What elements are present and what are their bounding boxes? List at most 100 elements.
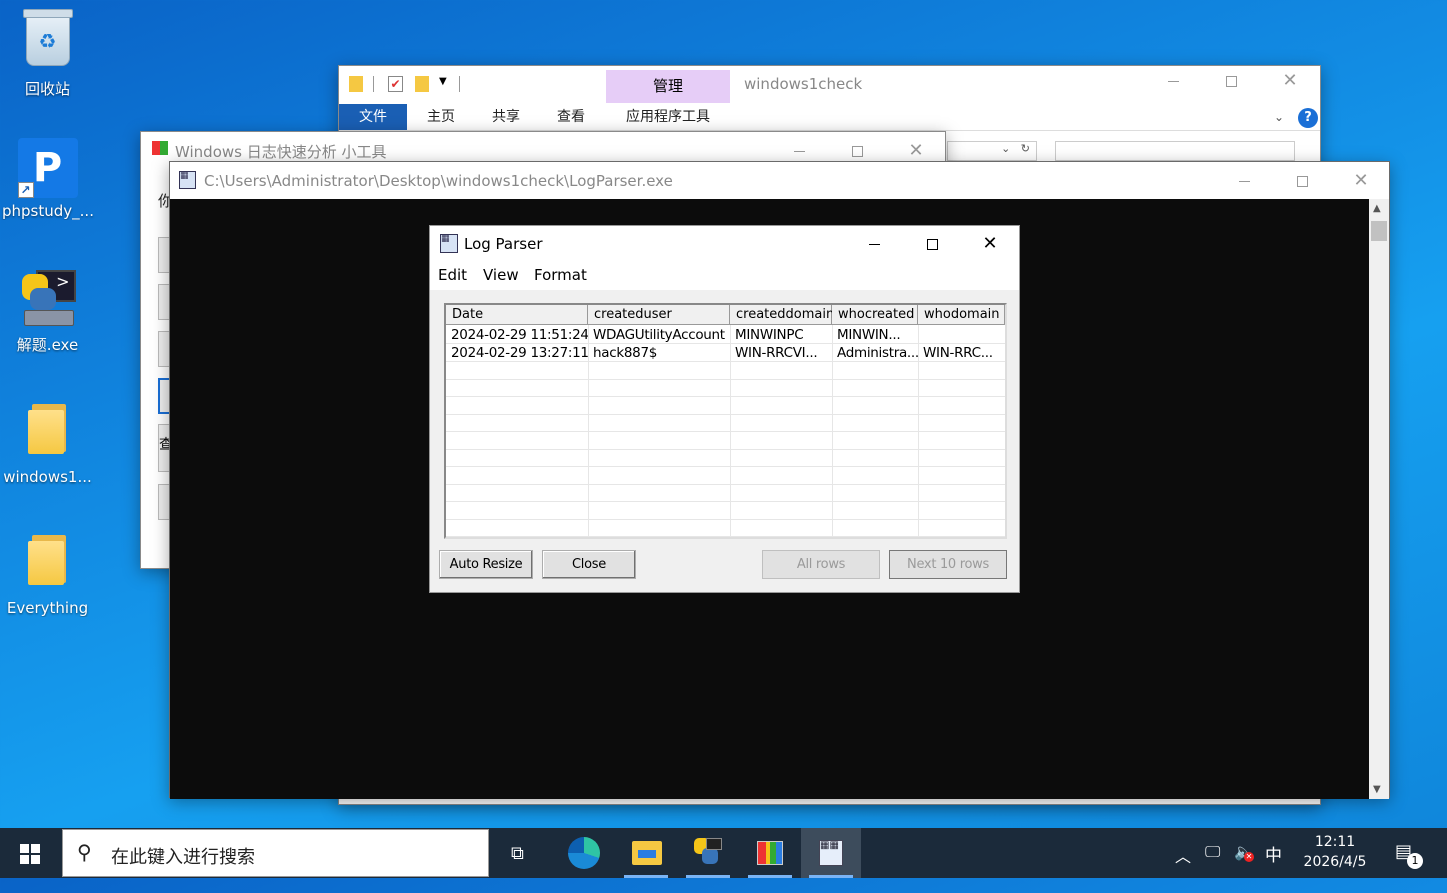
cell-createduser: WDAGUtilityAccount	[593, 327, 725, 343]
python-exe-icon	[694, 838, 722, 868]
logparser-app-icon: ▦	[179, 171, 196, 189]
column-header-createddomain[interactable]: createddomain	[730, 305, 834, 325]
explorer-titlebar: ✔ ▼ 管理 windows1check ✕ 文件 主页 共享 查看 应用程序工…	[339, 66, 1320, 130]
table-row-empty	[446, 379, 1005, 397]
logparser-app-icon: ▦▦	[819, 840, 843, 866]
taskbar-edge[interactable]	[554, 828, 614, 878]
edge-icon	[568, 837, 600, 869]
log-tool-titlebar: Windows 日志快速分析 小工具 ✕	[141, 132, 945, 162]
tab-file[interactable]: 文件	[339, 104, 407, 130]
task-view-icon: ⧉	[511, 843, 524, 864]
table-row[interactable]: 2024-02-29 13:27:11 hack887$ WIN-RRCVI..…	[446, 344, 1005, 362]
scroll-down-icon[interactable]: ▼	[1373, 784, 1381, 795]
console-titlebar: ▦ C:\Users\Administrator\Desktop\windows…	[170, 162, 1389, 199]
app-icon	[152, 141, 168, 155]
close-button[interactable]: ✕	[1332, 166, 1390, 196]
tab-share[interactable]: 共享	[476, 104, 536, 130]
maximize-button[interactable]	[1273, 166, 1331, 196]
help-icon[interactable]: ?	[1298, 108, 1318, 128]
taskbar-log-tool[interactable]	[740, 828, 800, 878]
quick-access-dropdown-icon[interactable]: ▼	[439, 76, 447, 87]
properties-icon[interactable]: ✔	[388, 76, 403, 92]
address-bar-controls[interactable]: ⌄ ↻	[947, 141, 1037, 161]
desktop-icon-everything[interactable]: Everything	[0, 531, 95, 617]
action-center-button[interactable]: ▤ 1	[1395, 841, 1423, 891]
folder-icon	[27, 535, 68, 585]
menu-edit[interactable]: Edit	[438, 266, 467, 284]
explorer-title: windows1check	[744, 75, 863, 93]
table-row-empty	[446, 519, 1005, 537]
desktop-icon-label: 解题.exe	[16, 336, 79, 354]
next-10-rows-button[interactable]: Next 10 rows	[889, 550, 1007, 579]
close-button[interactable]: ✕	[1261, 66, 1319, 96]
maximize-button[interactable]	[903, 229, 961, 259]
clock-time: 12:11	[1314, 834, 1356, 850]
table-row-empty	[446, 502, 1005, 520]
tab-application-tools[interactable]: 应用程序工具	[606, 104, 730, 130]
logparser-app-icon: ▦	[440, 234, 458, 253]
column-header-whodomain[interactable]: whodomain	[918, 305, 1005, 325]
table-row[interactable]: 2024-02-29 11:51:24 WDAGUtilityAccount M…	[446, 326, 1005, 344]
notification-badge: 1	[1407, 853, 1423, 869]
task-view-button[interactable]: ⧉	[491, 828, 551, 878]
column-header-createduser[interactable]: createduser	[588, 305, 730, 325]
show-hidden-icons-chevron[interactable]: ︿	[1175, 843, 1191, 893]
taskbar-file-explorer[interactable]	[616, 828, 676, 878]
minimize-button[interactable]	[1215, 166, 1273, 196]
scroll-thumb[interactable]	[1371, 221, 1387, 241]
auto-resize-button[interactable]: Auto Resize	[439, 550, 533, 579]
menu-view[interactable]: View	[483, 266, 519, 284]
cell-whocreated: Administra...	[837, 345, 918, 361]
console-title: C:\Users\Administrator\Desktop\windows1c…	[204, 172, 673, 190]
desktop-icon-windows1check[interactable]: windows1...	[0, 400, 95, 486]
shortcut-arrow-icon: ↗	[17, 182, 34, 198]
close-dialog-button[interactable]: Close	[542, 550, 636, 579]
taskbar-python-exe[interactable]	[678, 828, 738, 878]
table-row-empty	[446, 432, 1005, 450]
ribbon-expand-chevron-icon[interactable]: ⌄	[1274, 110, 1284, 124]
cell-whocreated: MINWIN...	[837, 327, 901, 343]
log-tool-icon	[757, 841, 783, 865]
close-button[interactable]: ✕	[961, 229, 1019, 259]
table-row-empty	[446, 362, 1005, 380]
results-grid[interactable]: Date createduser createddomain whocreate…	[444, 303, 1007, 539]
column-header-date[interactable]: Date	[446, 305, 588, 325]
cell-createduser: hack887$	[593, 345, 658, 361]
minimize-button[interactable]	[845, 229, 903, 259]
cell-createddomain: WIN-RRCVI...	[735, 345, 818, 361]
new-folder-icon[interactable]	[415, 76, 429, 92]
console-scrollbar[interactable]: ▲ ▼	[1369, 199, 1389, 799]
network-icon[interactable]: 🖵	[1205, 842, 1220, 892]
taskbar: ⚲ 在此键入进行搜索 ⧉ ▦▦ ︿ 🖵 🔈 ✕ 中 12:11 2026/4/5 …	[0, 828, 1447, 878]
recycle-bin-icon: ♻	[22, 9, 73, 66]
desktop-icon-jieti-exe[interactable]: > 解题.exe	[0, 268, 95, 355]
search-icon: ⚲	[77, 840, 92, 864]
table-row-empty	[446, 397, 1005, 415]
table-row-empty	[446, 414, 1005, 432]
taskbar-search-box[interactable]: ⚲ 在此键入进行搜索	[62, 829, 489, 877]
cell-whodomain	[918, 326, 1005, 344]
folder-icon	[349, 76, 363, 92]
taskbar-logparser[interactable]: ▦▦	[801, 828, 861, 878]
logparser-title: Log Parser	[464, 235, 543, 253]
start-button[interactable]	[0, 828, 60, 878]
minimize-button[interactable]	[1144, 66, 1202, 96]
all-rows-button[interactable]: All rows	[762, 550, 880, 579]
cell-date: 2024-02-29 11:51:24	[451, 327, 588, 343]
search-box[interactable]	[1055, 141, 1295, 161]
volume-muted-icon[interactable]: 🔈 ✕	[1234, 842, 1254, 892]
clock[interactable]: 12:11 2026/4/5	[1302, 832, 1368, 882]
logparser-titlebar: ▦ Log Parser ✕	[430, 226, 1019, 262]
desktop-icon-recycle-bin[interactable]: ♻ 回收站	[0, 8, 95, 99]
menu-format[interactable]: Format	[534, 266, 587, 284]
folder-icon	[27, 404, 68, 454]
table-row-empty	[446, 484, 1005, 502]
tab-view[interactable]: 查看	[541, 104, 601, 130]
menubar: Edit View Format	[430, 262, 1019, 290]
maximize-button[interactable]	[1202, 66, 1260, 96]
desktop-icon-phpstudy[interactable]: P ↗ phpstudy_...	[0, 138, 95, 220]
tab-home[interactable]: 主页	[411, 104, 471, 130]
column-header-whocreated[interactable]: whocreated	[832, 305, 918, 325]
ime-indicator[interactable]: 中	[1265, 841, 1282, 891]
scroll-up-icon[interactable]: ▲	[1373, 203, 1381, 214]
